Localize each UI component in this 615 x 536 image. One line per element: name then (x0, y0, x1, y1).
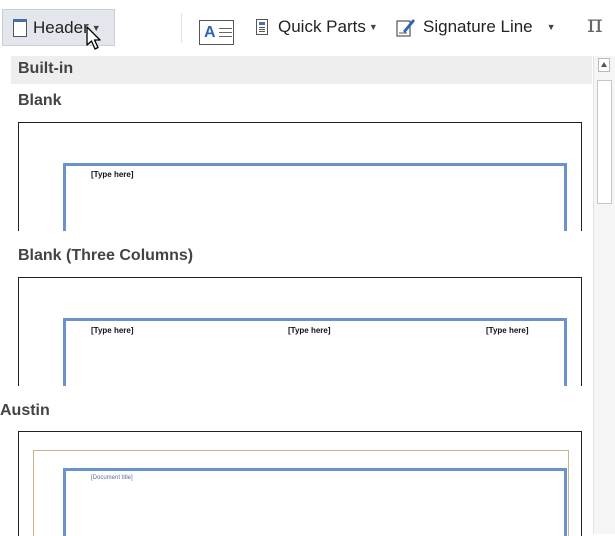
ribbon-header-footer-group: Header ▼ A Quick Parts ▼ Signature Line … (0, 0, 615, 56)
signature-line-label: Signature Line (423, 17, 533, 36)
gallery-item-blank[interactable]: [Type here] (18, 122, 582, 231)
header-button-label: Header (33, 17, 89, 37)
quick-parts-label: Quick Parts (278, 17, 366, 36)
gallery-item-austin[interactable]: [Document title] (18, 431, 582, 536)
section-label: Built-in (18, 60, 74, 77)
mouse-pointer-icon (86, 26, 101, 50)
scrollbar-thumb[interactable] (597, 80, 612, 204)
gallery-item-title: Blank (18, 92, 62, 109)
header-preview-area: [Type here] (63, 163, 567, 231)
quick-parts-icon (256, 19, 268, 35)
page-header-icon (13, 18, 27, 37)
ribbon-separator (181, 13, 182, 43)
gallery-section-header: Built-in (11, 56, 592, 84)
gallery-item-blank-three-columns[interactable]: [Type here] [Type here] [Type here] (18, 277, 582, 386)
placeholder-text: [Type here] (91, 326, 134, 335)
gallery-item-title: Austin (0, 402, 50, 419)
signature-line-caret-icon[interactable]: ▼ (547, 22, 556, 32)
text-box-icon[interactable]: A (199, 20, 234, 45)
quick-parts-button[interactable]: Quick Parts ▼ (256, 10, 378, 44)
header-preview-area: [Document title] (63, 468, 567, 536)
quick-parts-caret-icon: ▼ (368, 22, 378, 32)
header-gallery: Built-in Blank [Type here] Blank (Three … (0, 56, 615, 536)
placeholder-text: [Type here] (91, 170, 134, 179)
signature-line-button[interactable]: Signature Line ▼ (396, 10, 556, 44)
equation-icon[interactable]: π (587, 10, 603, 38)
placeholder-text: [Document title] (91, 475, 133, 481)
placeholder-text: [Type here] (288, 326, 331, 335)
scroll-up-arrow-icon[interactable] (598, 58, 610, 72)
placeholder-text: [Type here] (486, 326, 529, 335)
header-preview-area: [Type here] [Type here] [Type here] (63, 318, 567, 386)
gallery-scrollbar[interactable] (593, 56, 615, 534)
signature-line-icon (396, 19, 415, 37)
gallery-item-title: Blank (Three Columns) (18, 247, 194, 264)
